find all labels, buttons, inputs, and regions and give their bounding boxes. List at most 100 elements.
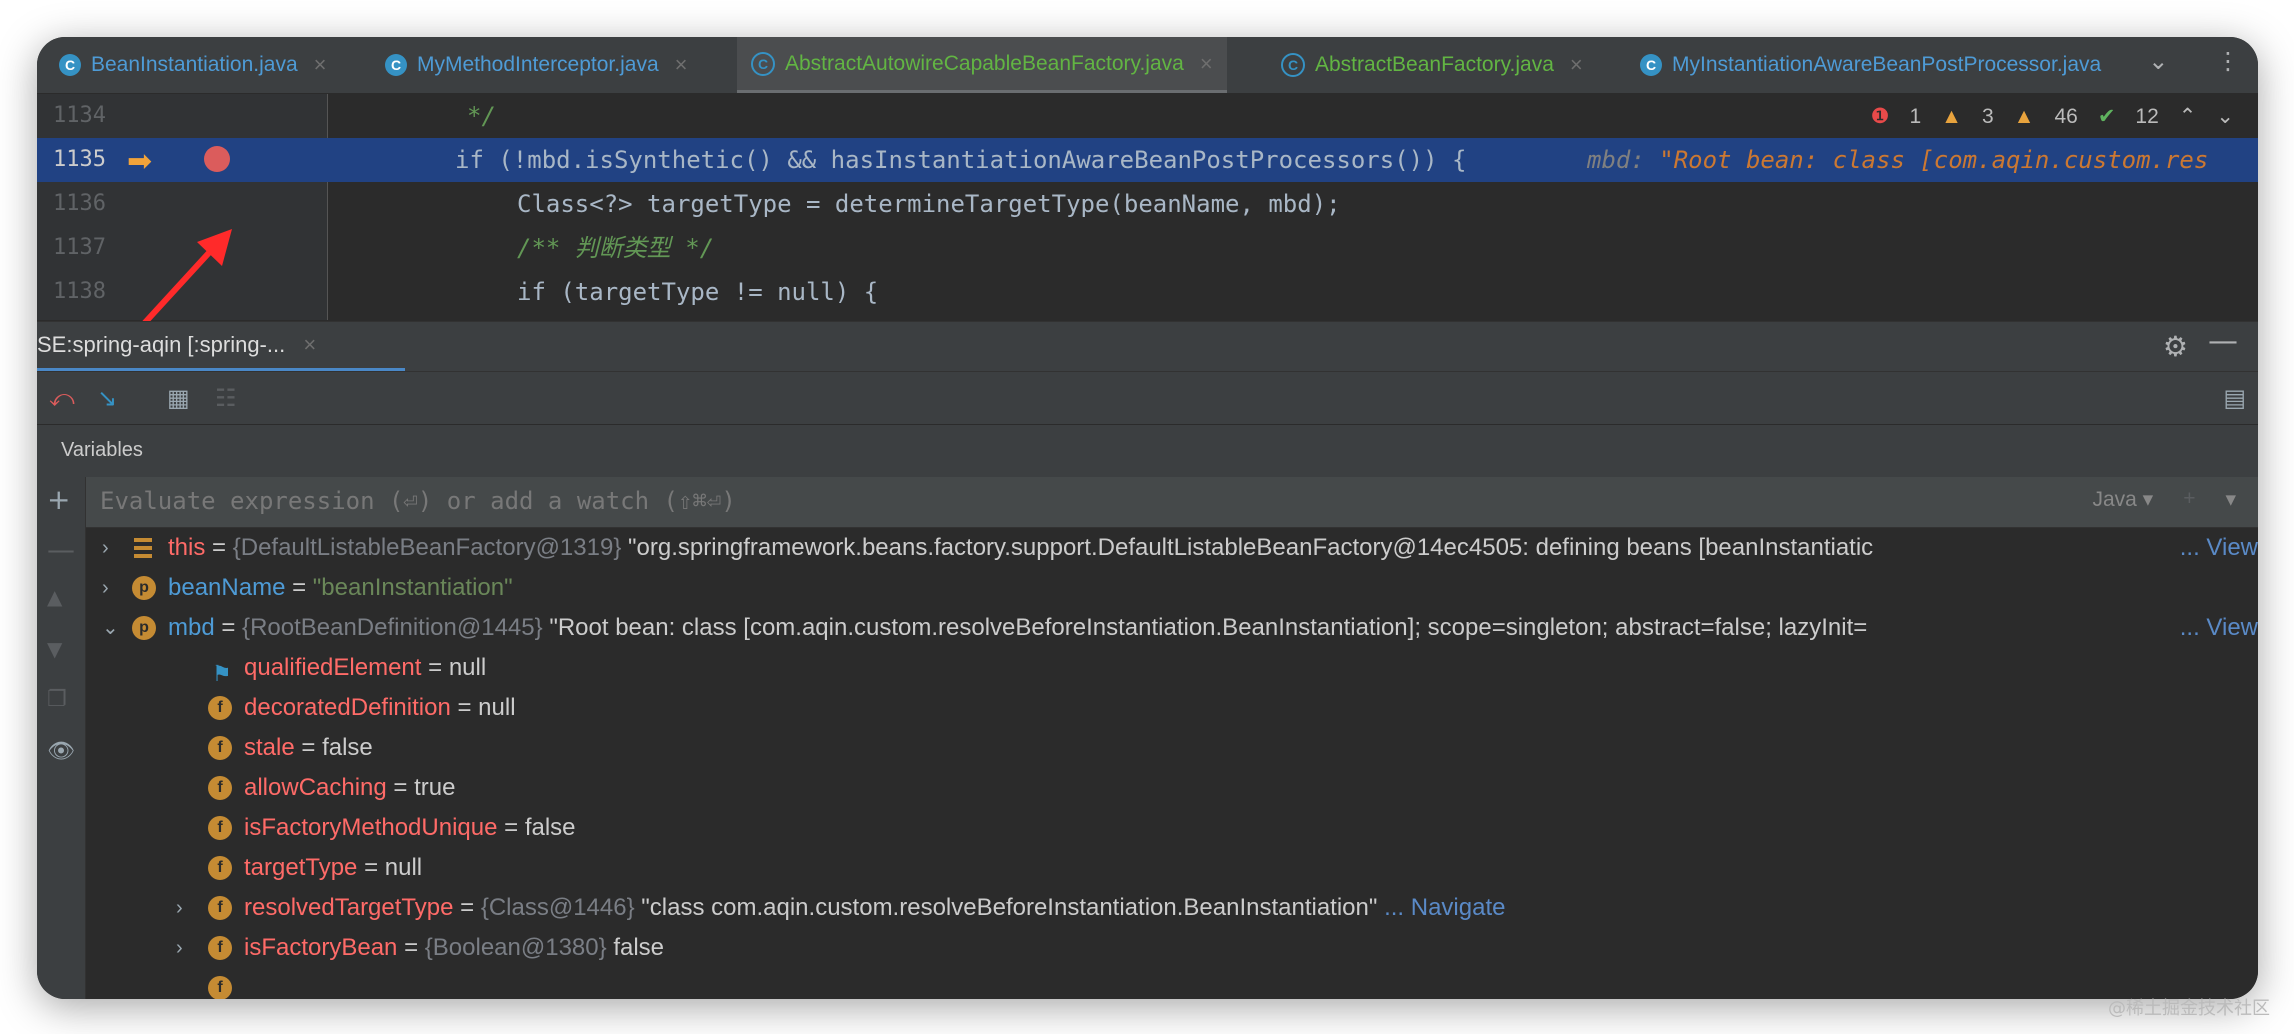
var-value: false xyxy=(524,814,576,841)
chevron-down-icon[interactable]: ▾ xyxy=(2225,487,2236,512)
var-type: {Class@1446} xyxy=(480,894,635,921)
language-select[interactable]: Java ▾ xyxy=(2092,487,2153,512)
ok-count: 12 xyxy=(2135,104,2159,128)
field-row[interactable]: f allowCaching = true xyxy=(86,768,2258,808)
abstract-class-icon: C xyxy=(751,51,775,76)
var-value: false xyxy=(322,734,373,761)
line-number: 1135 xyxy=(53,147,106,172)
chevron-right-icon[interactable]: › xyxy=(176,888,196,928)
layout-settings-icon[interactable]: ▤ xyxy=(2223,384,2246,412)
code-text: /** 判断类型 */ xyxy=(517,234,715,262)
warning-icon: ▲ xyxy=(1941,104,1962,128)
ide-window: C BeanInstantiation.java × C MyMethodInt… xyxy=(37,37,2258,999)
tab-bean-instantiation[interactable]: C BeanInstantiation.java × xyxy=(59,37,327,93)
field-list-icon xyxy=(134,538,152,558)
tab-abstract-bean-factory[interactable]: C AbstractBeanFactory.java × xyxy=(1281,37,1583,93)
chevron-right-icon[interactable]: › xyxy=(102,528,122,568)
code-text: if (targetType != null) { xyxy=(517,278,879,306)
variables-tree: › this = {DefaultListableBeanFactory@131… xyxy=(86,528,2258,999)
close-icon[interactable]: × xyxy=(314,52,327,78)
chevron-down-icon[interactable]: ⌄ xyxy=(102,608,122,648)
variable-text: targetType = null xyxy=(244,854,423,881)
breakpoint-icon[interactable] xyxy=(204,146,230,172)
field-row[interactable]: › f isFactoryBean = {Boolean@1380} false xyxy=(86,928,2258,968)
chevron-right-icon[interactable]: › xyxy=(102,568,122,608)
language-label: Java xyxy=(2092,488,2137,511)
variable-row-expanded[interactable]: ⌄ p mbd = {RootBeanDefinition@1445} "Roo… xyxy=(86,608,2258,648)
editor-tab-bar: C BeanInstantiation.java × C MyMethodInt… xyxy=(37,37,2258,94)
var-type: {RootBeanDefinition@1445} xyxy=(242,614,543,641)
field-row[interactable]: ⚑ qualifiedElement = null xyxy=(86,648,2258,688)
field-icon: f xyxy=(208,816,232,840)
code-editor[interactable]: 1134 */ 1135 ➡ if (!mbd.isSynthetic() &&… xyxy=(37,94,2258,367)
stop-restore-frame-icon[interactable]: ⤺ xyxy=(49,384,75,412)
variable-text: decoratedDefinition = null xyxy=(244,694,516,721)
field-row[interactable]: › f resolvedTargetType = {Class@1446} "c… xyxy=(86,888,2258,928)
field-row[interactable]: f isFactoryMethodUnique = false xyxy=(86,808,2258,848)
field-row[interactable]: f stale = false xyxy=(86,728,2258,768)
evaluate-expression-field[interactable]: Evaluate expression (⏎) or add a watch (… xyxy=(86,477,2258,528)
field-icon: f xyxy=(208,976,232,999)
class-icon: C xyxy=(385,54,407,76)
chevron-right-icon[interactable]: › xyxy=(176,928,196,968)
var-name: beanName xyxy=(168,574,286,601)
close-icon[interactable]: × xyxy=(1570,52,1583,78)
step-into-icon[interactable]: ↘ xyxy=(97,384,117,412)
move-down-icon: ▼ xyxy=(47,637,63,661)
variable-text: allowCaching = true xyxy=(244,774,456,801)
debug-session-tab[interactable]: SE:spring-aqin [:spring-... × xyxy=(37,332,316,358)
variable-row[interactable]: › p beanName = "beanInstantiation" xyxy=(86,568,2258,608)
var-name: targetType xyxy=(244,854,358,881)
tab-abstract-autowire-capable-bean-factory[interactable]: C AbstractAutowireCapableBeanFactory.jav… xyxy=(737,37,1227,93)
view-link[interactable]: ... View xyxy=(2173,608,2258,648)
code-line: 1136 Class<?> targetType = determineTarg… xyxy=(37,182,2258,226)
var-name: stale xyxy=(244,734,295,761)
chevron-down-icon[interactable]: ⌄ xyxy=(2148,47,2168,75)
var-type: {Boolean@1380} xyxy=(424,934,607,961)
error-count: 1 xyxy=(1909,104,1922,128)
parameter-icon: p xyxy=(132,616,156,640)
add-watch-icon[interactable]: + xyxy=(47,483,70,516)
field-icon: f xyxy=(208,936,232,960)
navigate-link[interactable]: ... Navigate xyxy=(1384,894,1505,921)
evaluate-table-icon[interactable]: ▦ xyxy=(167,384,190,412)
var-value: "class com.aqin.custom.resolveBeforeInst… xyxy=(641,894,1378,921)
session-tab-label: SE:spring-aqin [:spring-... xyxy=(37,332,286,357)
execution-point-arrow-icon: ➡ xyxy=(127,144,153,179)
tab-my-instantiation-aware-bpp[interactable]: C MyInstantiationAwareBeanPostProcessor.… xyxy=(1640,37,2180,93)
field-row[interactable]: f targetType = null xyxy=(86,848,2258,888)
var-name: this xyxy=(168,534,206,561)
variable-row[interactable]: › this = {DefaultListableBeanFactory@131… xyxy=(86,528,2258,568)
weak-warning-count: 46 xyxy=(2054,104,2078,128)
eye-icon[interactable]: 👁 xyxy=(47,739,75,764)
tab-label: AbstractBeanFactory.java xyxy=(1315,53,1554,76)
close-icon[interactable]: × xyxy=(1200,51,1213,77)
close-icon[interactable]: × xyxy=(675,52,688,78)
chevron-down-icon[interactable]: ⌄ xyxy=(2216,104,2234,129)
tab-label: BeanInstantiation.java xyxy=(91,53,298,76)
error-icon: ❶ xyxy=(1870,105,1890,128)
abstract-class-icon: C xyxy=(1281,53,1305,77)
variable-text: resolvedTargetType = {Class@1446} "class… xyxy=(244,894,1506,921)
field-icon: f xyxy=(208,896,232,920)
variable-text: mbd = {RootBeanDefinition@1445} "Root be… xyxy=(168,614,1868,641)
minimize-icon[interactable]: — xyxy=(2208,324,2238,359)
var-name: allowCaching xyxy=(244,774,387,801)
view-link[interactable]: ... View xyxy=(2173,528,2258,568)
inspection-widget[interactable]: ❶ 1 ▲ 3 ▲ 46 ✔ 12 ⌃ ⌄ xyxy=(1871,104,2234,129)
chevron-up-icon[interactable]: ⌃ xyxy=(2179,104,2197,129)
var-value: null xyxy=(448,654,487,681)
line-number: 1136 xyxy=(53,191,106,216)
tab-my-method-interceptor[interactable]: C MyMethodInterceptor.java × xyxy=(385,37,687,93)
variable-text: isFactoryBean = {Boolean@1380} false xyxy=(244,934,665,961)
variables-sidebar: + — ▲ ▼ ❐ 👁 xyxy=(37,477,86,999)
code-text: */ xyxy=(467,102,496,130)
gear-icon[interactable]: ⚙ xyxy=(2163,330,2188,363)
class-icon: C xyxy=(1640,54,1662,76)
more-vertical-icon[interactable]: ⋮ xyxy=(2216,47,2240,75)
close-icon[interactable]: × xyxy=(303,332,316,357)
field-row-partial: f xyxy=(86,968,2258,999)
tab-label: AbstractAutowireCapableBeanFactory.java xyxy=(785,51,1184,75)
field-row[interactable]: f decoratedDefinition = null xyxy=(86,688,2258,728)
field-icon: f xyxy=(208,856,232,880)
